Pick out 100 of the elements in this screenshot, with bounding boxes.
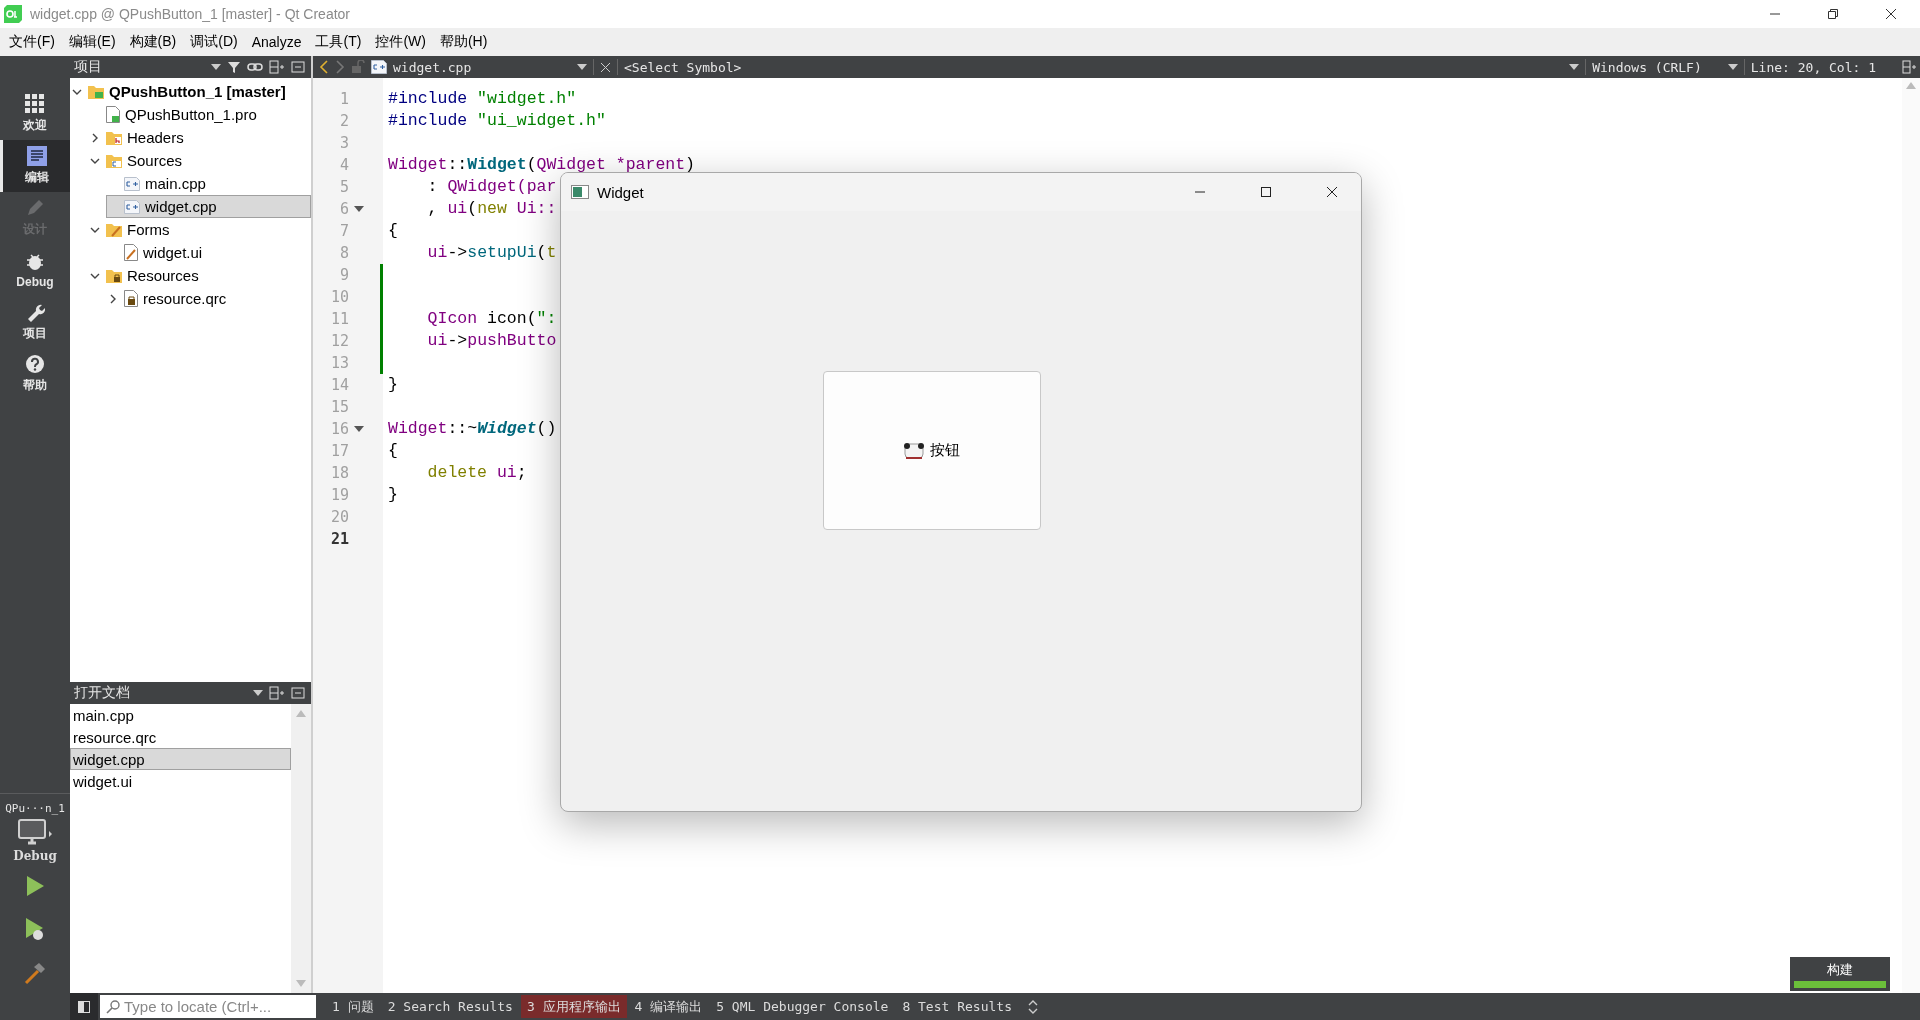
tree-item[interactable]: Headers xyxy=(88,126,311,149)
line-number: 1 xyxy=(338,90,349,108)
file-icon xyxy=(106,106,120,123)
project-folder-icon xyxy=(88,84,104,99)
close-icon xyxy=(1885,8,1897,20)
output-pane-tab[interactable]: 4 编译输出 xyxy=(628,995,709,1018)
code-line: #include "widget.h" xyxy=(388,89,577,108)
output-pane-tab[interactable]: 5 QML Debugger Console xyxy=(710,995,895,1018)
tree-item[interactable]: QPushButton_1.pro xyxy=(88,103,311,126)
line-ending-selector[interactable]: Windows (CRLF) xyxy=(1592,59,1702,75)
line-number: 3 xyxy=(338,134,349,152)
line-number: 11 xyxy=(329,310,349,328)
dropdown-icon[interactable] xyxy=(253,690,263,696)
collapse-pane-icon[interactable] xyxy=(291,686,305,700)
form-file-icon xyxy=(124,244,138,261)
code-line: } xyxy=(388,485,398,504)
menu-item[interactable]: 调试(D) xyxy=(183,33,245,51)
dropdown-icon[interactable] xyxy=(211,64,221,70)
mode-button[interactable]: 帮助 xyxy=(0,348,70,400)
chevron-left-icon xyxy=(319,60,329,74)
line-number: 8 xyxy=(338,244,349,262)
menu-item[interactable]: 控件(W) xyxy=(368,33,433,51)
close-icon xyxy=(1326,186,1338,198)
collapse-pane-icon[interactable] xyxy=(291,60,305,74)
sidebar-icon xyxy=(78,1000,90,1013)
cpp-file-icon xyxy=(124,176,140,191)
document-item[interactable]: main.cpp xyxy=(70,704,291,726)
cpp-file-icon xyxy=(124,199,140,214)
tree-item[interactable]: main.cpp xyxy=(106,172,311,195)
tree-item[interactable]: QPushButton_1 [master] xyxy=(70,80,311,103)
scrollbar[interactable] xyxy=(1902,78,1920,993)
search-icon xyxy=(106,999,120,1014)
cpp-file-icon xyxy=(371,59,387,75)
menu-item[interactable]: 工具(T) xyxy=(308,33,369,51)
menu-item[interactable]: 构建(B) xyxy=(122,33,184,51)
menu-item[interactable]: Analyze xyxy=(244,34,309,50)
folder-icon xyxy=(106,153,122,168)
output-pane-tab[interactable]: 8 Test Results xyxy=(896,995,1018,1018)
cursor-position[interactable]: Line: 20, Col: 1 xyxy=(1750,59,1876,75)
line-number: 20 xyxy=(329,508,349,526)
line-number: 17 xyxy=(329,442,349,460)
menu-item[interactable]: 帮助(H) xyxy=(432,33,495,51)
tree-item[interactable]: widget.cpp xyxy=(106,195,311,218)
output-pane-tab[interactable]: 1 问题 xyxy=(326,995,380,1018)
document-item[interactable]: widget.ui xyxy=(70,770,291,792)
push-button[interactable]: 按钮 xyxy=(823,371,1041,530)
dropdown-icon[interactable] xyxy=(577,64,587,70)
tree-item[interactable]: Sources xyxy=(88,149,311,172)
mode-button[interactable]: Debug xyxy=(0,244,70,296)
filter-icon[interactable] xyxy=(227,60,241,74)
symbol-selector[interactable]: <Select Symbol> xyxy=(624,59,1564,75)
file-selector[interactable]: widget.cpp xyxy=(371,59,571,75)
fold-marker-icon[interactable] xyxy=(354,426,364,432)
line-number: 18 xyxy=(329,464,349,482)
split-icon[interactable] xyxy=(269,686,285,700)
dropdown-icon[interactable] xyxy=(1727,64,1738,70)
fold-marker-icon[interactable] xyxy=(354,206,364,212)
play-icon xyxy=(25,875,45,897)
split-icon[interactable] xyxy=(1902,60,1916,74)
document-item[interactable]: widget.cpp xyxy=(70,748,291,770)
mode-button[interactable]: 编辑 xyxy=(0,140,70,192)
code-line: { xyxy=(388,221,398,240)
folder-icon xyxy=(106,130,122,145)
document-item[interactable]: resource.qrc xyxy=(70,726,291,748)
locator-field[interactable]: Type to locate (Ctrl+... xyxy=(100,995,316,1018)
split-icon[interactable] xyxy=(269,60,285,74)
line-number: 10 xyxy=(329,288,349,306)
line-number: 5 xyxy=(338,178,349,196)
close-document-button[interactable] xyxy=(600,61,611,73)
code-line: { xyxy=(388,441,398,460)
grid-icon xyxy=(25,94,45,114)
back-button[interactable] xyxy=(319,60,329,74)
kit-selector[interactable]: Debug xyxy=(13,819,57,863)
output-pane-tab[interactable]: 2 Search Results xyxy=(381,995,519,1018)
tree-item[interactable]: Resources xyxy=(88,264,311,287)
line-number: 4 xyxy=(338,156,349,174)
tree-item[interactable]: Forms xyxy=(88,218,311,241)
sidebar-toggle-button[interactable] xyxy=(70,993,98,1020)
mode-button[interactable]: 项目 xyxy=(0,296,70,348)
up-down-arrows-icon[interactable] xyxy=(1027,999,1038,1014)
tree-item[interactable]: resource.qrc xyxy=(106,287,311,310)
mode-button[interactable]: 欢迎 xyxy=(0,88,70,140)
code-line: ui->pushButto xyxy=(426,331,557,350)
menu-item[interactable]: 编辑(E) xyxy=(61,33,123,51)
hammer-icon xyxy=(23,961,47,985)
line-number: 6 xyxy=(338,200,349,218)
line-number: 21 xyxy=(329,530,349,548)
dropdown-icon[interactable] xyxy=(1569,64,1580,70)
output-pane-tab[interactable]: 3 应用程序输出 xyxy=(520,995,627,1018)
menu-item[interactable]: 文件(F) xyxy=(2,33,62,51)
link-icon[interactable] xyxy=(247,60,263,74)
tree-item[interactable]: widget.ui xyxy=(106,241,311,264)
window-title: Widget xyxy=(597,183,645,201)
document-icon xyxy=(26,146,47,166)
folder-icon xyxy=(106,268,122,283)
kit-name: QPu···n_1 xyxy=(5,802,65,815)
help-icon xyxy=(25,354,45,374)
animal-head-icon xyxy=(904,442,924,459)
code-line: #include "ui_widget.h" xyxy=(388,111,606,130)
monitor-icon xyxy=(18,819,52,845)
